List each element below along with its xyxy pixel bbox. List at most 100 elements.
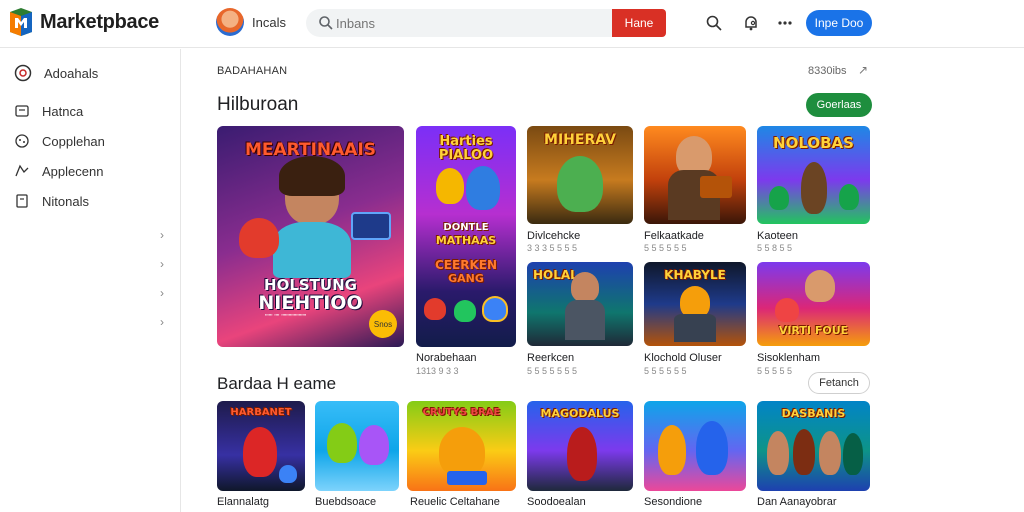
game-art-title: MAGODALUS (540, 407, 620, 420)
chevron-right-icon[interactable]: › (160, 257, 172, 271)
game-card-tall[interactable]: Harties PIALOO DONTLE MATHAAS CEERKEN GA… (416, 126, 516, 347)
ogre-figure (557, 156, 603, 212)
sidebar-item-bookmarks[interactable]: Nitonals (14, 190, 89, 212)
game-meta: 1313 9 3 3 (416, 366, 459, 376)
user-name[interactable]: Incals (252, 15, 286, 30)
notification-icon[interactable] (740, 12, 762, 34)
see-more-button[interactable]: Fetanch (808, 372, 870, 394)
top-bar: Marketpbace Incals Hane Inpe Doo (0, 0, 1024, 48)
game-card[interactable] (644, 126, 746, 224)
game-title[interactable]: Dan Aanayobrar (757, 496, 837, 508)
game-title[interactable]: Divlcehcke (527, 230, 580, 242)
monster-figure (359, 425, 389, 465)
gem-figure (424, 298, 446, 320)
chevron-right-icon[interactable]: › (160, 315, 172, 329)
game-title[interactable]: Klochold Oluser (644, 352, 722, 364)
game-card[interactable]: HARBANET (217, 401, 305, 491)
see-all-button[interactable]: Goerlaas (806, 93, 872, 117)
character-figure (843, 433, 863, 475)
character-figure (439, 427, 485, 477)
game-card[interactable]: MIHERAV (527, 126, 633, 224)
game-art-title: DONTLE (443, 222, 489, 233)
sidebar: Adoahals Hatnca Copplehan Applecenn Nito… (0, 49, 181, 512)
user-avatar[interactable] (216, 8, 244, 36)
game-art-title: VIRTI FOUE (778, 324, 849, 337)
sidebar-item-home[interactable]: Hatnca (14, 100, 83, 122)
game-title[interactable]: Kaoteen (757, 230, 798, 242)
game-card[interactable]: NOLOBAS (757, 126, 870, 224)
character-figure (571, 272, 599, 302)
game-card[interactable] (644, 401, 746, 491)
brand-name[interactable]: Marketpbace (40, 11, 159, 34)
result-count: 8330ibs (808, 65, 847, 77)
zombie-figure (769, 186, 789, 210)
section-title: Bardaa H eame (217, 374, 337, 393)
game-meta: 5 5 5 5 5 5 5 (527, 366, 578, 376)
gamepad-icon (15, 134, 29, 148)
search-input[interactable] (336, 9, 606, 37)
expand-icon[interactable]: ↗ (858, 63, 872, 77)
bookmark-icon (16, 194, 28, 208)
sidebar-item-games[interactable]: Copplehan (14, 130, 105, 152)
game-art-title: KHABYLE (664, 268, 726, 282)
monster-figure (327, 423, 357, 463)
game-card[interactable]: VIRTI FOUE (757, 262, 870, 346)
apple-figure (775, 298, 799, 322)
game-card[interactable]: DASBANIS (757, 401, 870, 491)
character-body (565, 300, 605, 340)
game-title[interactable]: Buebdsoace (315, 496, 376, 508)
character-figure (567, 427, 597, 481)
character-figure (658, 425, 686, 475)
featured-badge[interactable]: Snos (369, 310, 397, 338)
chevron-right-icon[interactable]: › (160, 286, 172, 300)
search-button[interactable]: Hane (612, 9, 666, 37)
game-art-title: CRUTYS BRAE (422, 407, 501, 418)
character-hair (279, 156, 345, 196)
game-title[interactable]: Sesondione (644, 496, 702, 508)
featured-game-card[interactable]: MEARTINAAIS HOLSTUNG NIEHTIOO """ "" """… (217, 126, 404, 347)
game-meta: 5 5 5 5 5 (757, 366, 793, 376)
game-title[interactable]: Soodoealan (527, 496, 586, 508)
game-title[interactable]: Sisoklenham (757, 352, 820, 364)
sign-in-button[interactable]: Inpe Doo (806, 10, 872, 36)
banner-figure (447, 471, 487, 485)
sidebar-item-apps[interactable]: Applecenn (14, 160, 103, 182)
character-body (674, 314, 716, 342)
game-art-title: PIALOO (438, 148, 494, 163)
game-title[interactable]: Elannalatg (217, 496, 269, 508)
breadcrumb[interactable]: BADAHAHAN (217, 65, 287, 77)
search-icon[interactable] (703, 12, 725, 34)
game-meta: 3 3 3 5 5 5 5 (527, 243, 578, 253)
game-card[interactable]: MAGODALUS (527, 401, 633, 491)
device-figure (700, 176, 732, 198)
character-figure (436, 168, 464, 204)
game-card[interactable]: KHABYLE (644, 262, 746, 346)
gem-figure (482, 296, 508, 322)
game-title[interactable]: Norabehaan (416, 352, 477, 364)
sidebar-item-label: Adoahals (44, 65, 99, 81)
marketplace-logo-icon[interactable] (8, 8, 34, 36)
game-title[interactable]: Reerkcen (527, 352, 574, 364)
sidebar-item-account[interactable]: Adoahals (14, 62, 98, 84)
game-title[interactable]: Reuelic Celtahane (410, 496, 500, 508)
apps-icon (15, 164, 29, 177)
character-figure (243, 427, 277, 477)
gem-figure (454, 300, 476, 322)
game-art-title: CEERKEN (435, 258, 497, 272)
character-figure (466, 166, 500, 210)
game-card[interactable] (315, 401, 399, 491)
section-title: Hilburoan (217, 94, 299, 115)
sidebar-item-label: Hatnca (42, 103, 84, 119)
game-card[interactable]: HOLAL (527, 262, 633, 346)
more-options-icon[interactable] (774, 12, 796, 34)
globe-figure (279, 465, 297, 483)
character-figure (696, 421, 728, 475)
game-title[interactable]: Felkaatkade (644, 230, 704, 242)
game-card[interactable]: CRUTYS BRAE (407, 401, 516, 491)
search-bar[interactable] (306, 9, 612, 37)
game-art-title: DASBANIS (781, 407, 846, 420)
zombie-figure (839, 184, 859, 210)
chevron-right-icon[interactable]: › (160, 228, 172, 242)
game-meta: 5 5 5 5 5 5 (644, 366, 687, 376)
character-figure (819, 431, 841, 475)
